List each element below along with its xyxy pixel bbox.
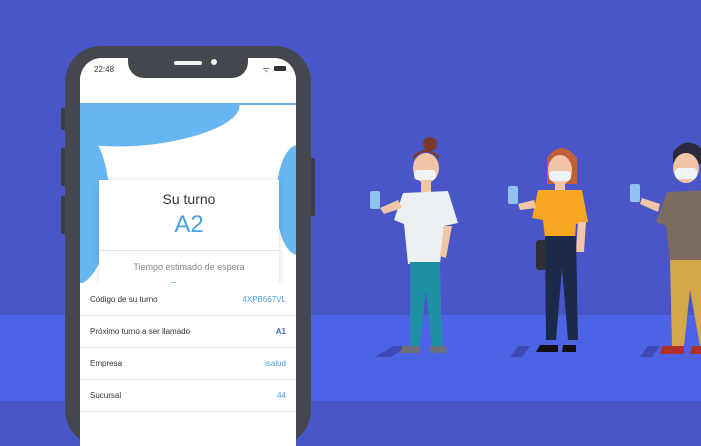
person-brown-shirt: [630, 142, 701, 354]
floor-marker: [510, 346, 530, 357]
queue-illustration: [370, 137, 701, 357]
floor-marker: [640, 346, 660, 357]
person-white-shirt: [370, 137, 458, 353]
person-yellow-shirt: [508, 148, 588, 352]
